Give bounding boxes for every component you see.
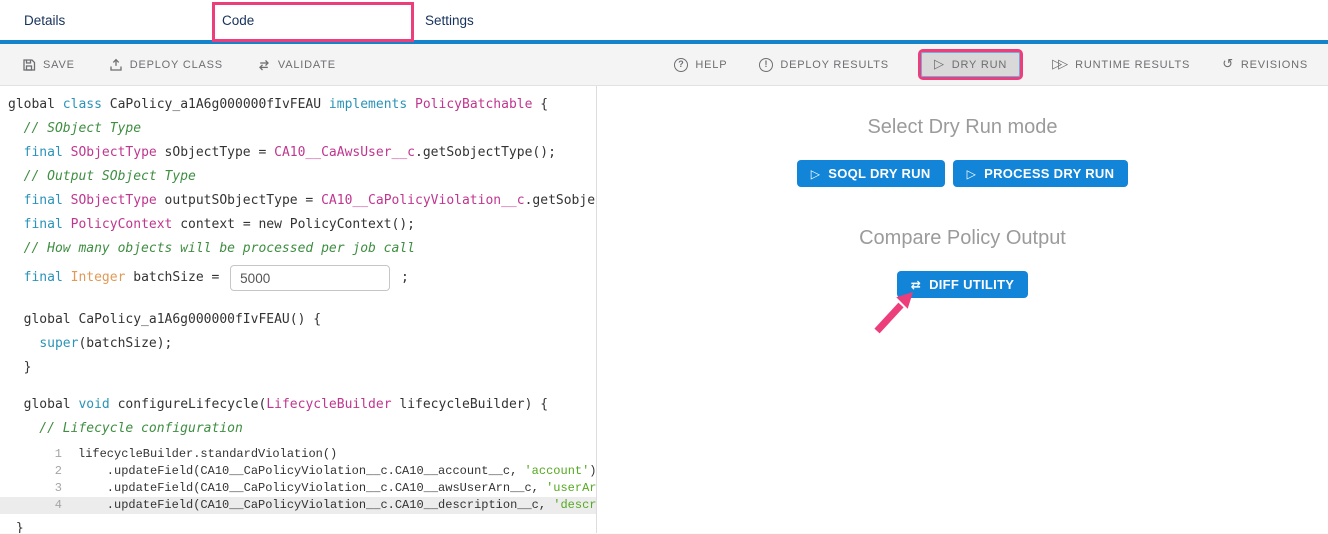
toolbar: SAVE DEPLOY CLASS VALIDATE ? HELP! DEPLOY RE… [0, 44, 1328, 86]
soql-dry-run-button[interactable]: ▷ SOQL DRY RUN [797, 160, 945, 187]
code-line: global void configureLifecycle(Lifecycle… [8, 393, 596, 417]
runtime-results-button[interactable]: ▷▷ RUNTIME RESULTS [1052, 58, 1190, 71]
process-dry-run-label: PROCESS DRY RUN [984, 166, 1114, 181]
code-line: // Output SObject Type [8, 165, 596, 189]
soql-dry-run-label: SOQL DRY RUN [828, 166, 930, 181]
history-icon: ↺ [1222, 58, 1234, 71]
tab-code[interactable]: Code [212, 0, 415, 40]
validate-label: VALIDATE [278, 59, 336, 71]
editor-line[interactable]: 3 .updateField(CA10__CaPolicyViolation__… [0, 480, 596, 497]
dry-run-panel: Select Dry Run mode ▷ SOQL DRY RUN ▷ PROCES… [597, 86, 1328, 533]
main-content: global class CaPolicy_a1A6g000000fIvFEAU… [0, 86, 1328, 533]
play-icon: ▷ [811, 166, 821, 181]
code-line: } [8, 517, 596, 533]
tab-bar: DetailsCodeSettings [0, 0, 1328, 40]
deploy-class-label: DEPLOY CLASS [130, 59, 223, 71]
code-line: global CaPolicy_a1A6g000000fIvFEAU() { [8, 308, 596, 332]
editor-line-number: 4 [0, 497, 70, 514]
save-button[interactable]: SAVE [22, 58, 75, 72]
save-icon [22, 58, 36, 72]
code-top-lines: global class CaPolicy_a1A6g000000fIvFEAU… [8, 93, 596, 441]
code-line: } [8, 356, 596, 380]
diff-button-row: ⇄ DIFF UTILITY [597, 271, 1328, 298]
deploy-class-button[interactable]: DEPLOY CLASS [109, 58, 223, 72]
play-icon: ▷ [967, 166, 977, 181]
deploy-results-icon: ! [759, 58, 773, 72]
diff-utility-button[interactable]: ⇄ DIFF UTILITY [897, 271, 1029, 298]
editor-line[interactable]: 4 .updateField(CA10__CaPolicyViolation__… [0, 497, 596, 514]
toolbar-left-group: SAVE DEPLOY CLASS VALIDATE [22, 58, 336, 72]
play-icon: ▷ [934, 58, 945, 71]
code-line: // Lifecycle configuration [8, 417, 596, 441]
compare-heading: Compare Policy Output [597, 227, 1328, 250]
deploy-results-label: DEPLOY RESULTS [780, 59, 889, 71]
editor-line-number: 1 [0, 446, 70, 463]
editor-line-number: 3 [0, 480, 70, 497]
dry-run-label: DRY RUN [952, 59, 1007, 71]
tab-details[interactable]: Details [0, 0, 212, 40]
validate-button[interactable]: VALIDATE [257, 58, 336, 72]
validate-icon [257, 58, 271, 72]
tab-settings[interactable]: Settings [415, 0, 618, 40]
revisions-button[interactable]: ↺ REVISIONS [1222, 58, 1308, 71]
process-dry-run-button[interactable]: ▷ PROCESS DRY RUN [953, 160, 1129, 187]
code-line: super(batchSize); [8, 332, 596, 356]
code-line: final SObjectType outputSObjectType = CA… [8, 189, 596, 213]
batch-size-input[interactable] [230, 265, 390, 291]
deploy-class-icon [109, 58, 123, 72]
code-line [8, 295, 596, 308]
dry-run-button[interactable]: ▷ DRY RUN [921, 52, 1020, 77]
editor-line[interactable]: 1lifecycleBuilder.standardViolation() [0, 446, 596, 463]
diff-utility-label: DIFF UTILITY [929, 277, 1014, 292]
dry-run-heading: Select Dry Run mode [597, 116, 1328, 139]
code-panel: global class CaPolicy_a1A6g000000fIvFEAU… [0, 86, 597, 533]
dry-run-button-row: ▷ SOQL DRY RUN ▷ PROCESS DRY RUN [597, 160, 1328, 187]
editor-line-number: 2 [0, 463, 70, 480]
editor-line[interactable]: 2 .updateField(CA10__CaPolicyViolation__… [0, 463, 596, 480]
revisions-label: REVISIONS [1241, 59, 1308, 71]
code-line: final Integer batchSize = ; [8, 261, 596, 295]
deploy-results-button[interactable]: ! DEPLOY RESULTS [759, 58, 889, 72]
runtime-results-label: RUNTIME RESULTS [1075, 59, 1190, 71]
swap-icon: ⇄ [911, 277, 921, 292]
embedded-code-editor[interactable]: 1lifecycleBuilder.standardViolation()2 .… [0, 446, 596, 514]
code-line [8, 380, 596, 393]
fast-forward-icon: ▷▷ [1052, 58, 1068, 71]
toolbar-right-group: ? HELP! DEPLOY RESULTS ▷ DRY RUN ▷▷ RUNTIME RE… [674, 52, 1308, 77]
code-line: final PolicyContext context = new Policy… [8, 213, 596, 237]
code-line: final SObjectType sObjectType = CA10__Ca… [8, 141, 596, 165]
help-label: HELP [695, 59, 727, 71]
code-line: // SObject Type [8, 117, 596, 141]
code-line: // How many objects will be processed pe… [8, 237, 596, 261]
code-bottom-lines: } [8, 517, 596, 533]
save-label: SAVE [43, 59, 75, 71]
help-button[interactable]: ? HELP [674, 58, 727, 72]
help-icon: ? [674, 58, 688, 72]
code-line: global class CaPolicy_a1A6g000000fIvFEAU… [8, 93, 596, 117]
